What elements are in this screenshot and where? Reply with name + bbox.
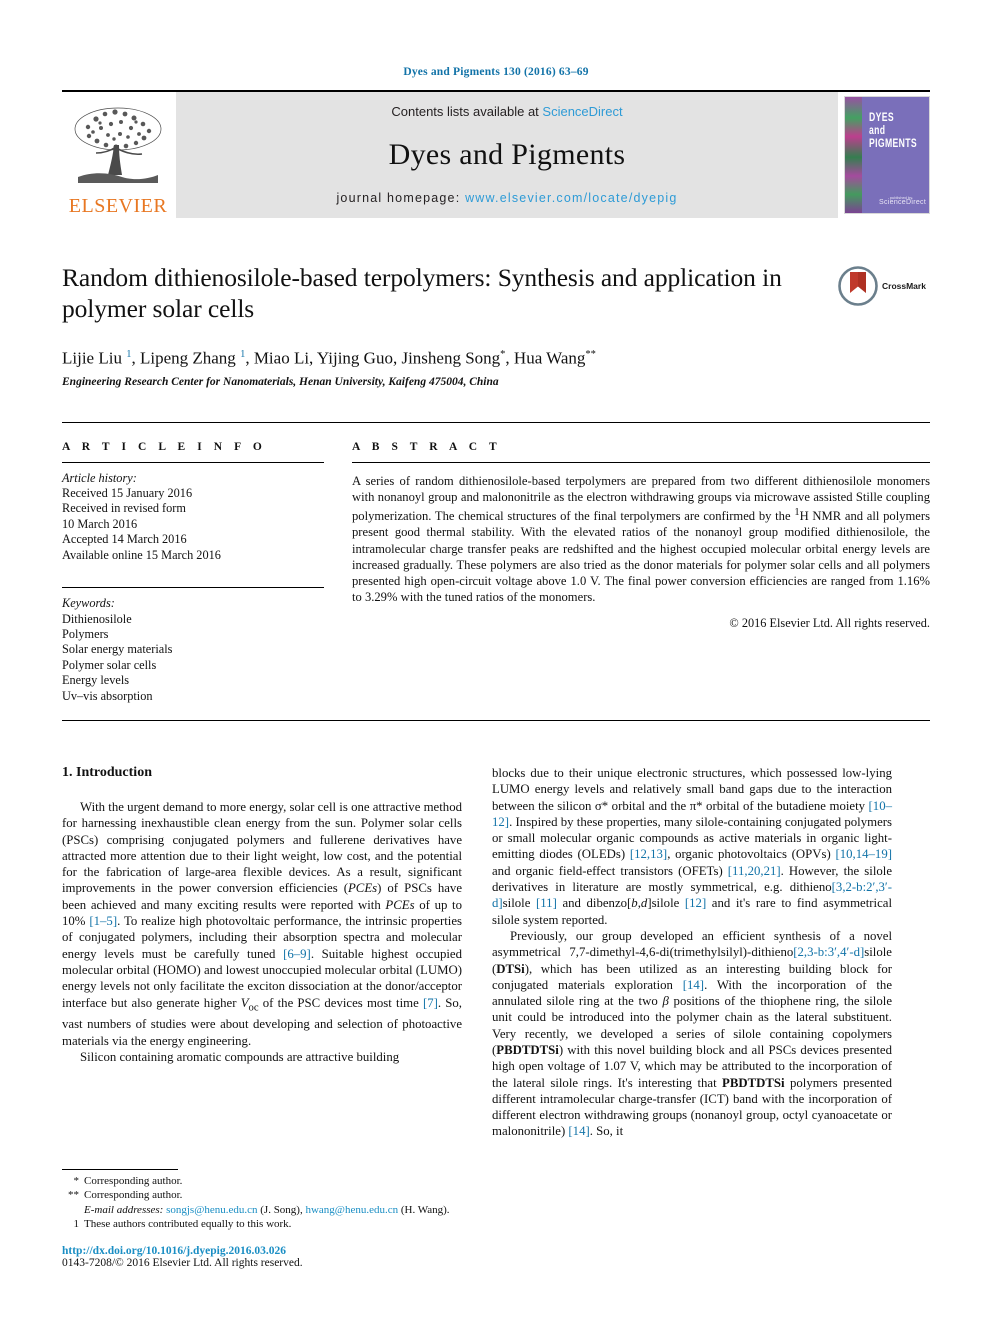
abstract-heading: A B S T R A C T — [352, 440, 502, 453]
footnote-equal-contribution: 1 These authors contributed equally to t… — [62, 1217, 462, 1231]
crossmark-icon — [838, 266, 878, 306]
doi-link[interactable]: http://dx.doi.org/10.1016/j.dyepig.2016.… — [62, 1245, 462, 1257]
sciencedirect-link[interactable]: ScienceDirect — [542, 104, 622, 119]
abstract-column: A B S T R A C T A series of random dithi… — [352, 423, 930, 704]
page-title: Random dithienosilole-based terpolymers:… — [62, 263, 782, 323]
paragraph: Silicon containing aromatic compounds ar… — [80, 1049, 400, 1064]
history-line: Received 15 January 2016 — [62, 486, 193, 501]
cover-pub-name: ScienceDirect — [879, 199, 927, 206]
article-history-label: Article history: — [62, 470, 137, 485]
crossmark-badge[interactable]: CrossMark — [838, 264, 930, 308]
footnote-text: Corresponding author. — [84, 1175, 183, 1188]
cover-art-strip — [845, 97, 862, 213]
running-head: Dyes and Pigments 130 (2016) 63–69 — [403, 66, 589, 78]
journal-masthead: ELSEVIER Contents lists available at Sci… — [62, 90, 930, 218]
paragraph: Previously, our group developed an effic… — [492, 928, 893, 1139]
journal-homepage-link[interactable]: www.elsevier.com/locate/dyepig — [465, 191, 677, 205]
keyword-item: Polymers — [62, 626, 109, 641]
abstract-rule — [352, 461, 930, 463]
journal-homepage-line: journal homepage: www.elsevier.com/locat… — [336, 191, 677, 205]
keyword-item: Uv–vis absorption — [62, 688, 153, 703]
footnote-mark: * — [73, 1175, 80, 1188]
keyword-item: Solar energy materials — [62, 642, 173, 657]
body-column-right: blocks due to their unique electronic st… — [492, 765, 892, 1140]
keywords-rule — [62, 587, 324, 589]
keywords-label: Keywords: — [62, 596, 115, 611]
footnote-corresponding-1: * Corresponding author. — [62, 1174, 462, 1188]
homepage-prefix: journal homepage: — [336, 191, 466, 205]
issn-copyright: 0143-7208/© 2016 Elsevier Ltd. All right… — [62, 1257, 303, 1269]
body-columns: 1. Introduction With the urgent demand t… — [62, 765, 930, 1140]
column-gap — [324, 423, 352, 704]
article-page: Dyes and Pigments 130 (2016) 63–69 ELSEV… — [0, 0, 992, 1323]
footnote-email-text: E-mail addresses: songjs@henu.edu.cn (J.… — [84, 1203, 462, 1217]
cover-title-text: DYES and PIGMENTS — [869, 111, 917, 150]
section-heading-introduction: 1. Introduction — [62, 764, 152, 780]
email-addresses-label: E-mail addresses: — [84, 1203, 164, 1216]
history-line: Received in revised form — [62, 501, 186, 516]
footnote-mark-empty — [62, 1203, 84, 1217]
body-column-left: 1. Introduction With the urgent demand t… — [62, 765, 462, 1140]
article-info-column: A R T I C L E I N F O Article history: R… — [62, 423, 324, 704]
crossmark-label: CrossMark — [882, 281, 926, 291]
contents-prefix: Contents lists available at — [391, 104, 543, 119]
contents-band: Contents lists available at ScienceDirec… — [176, 92, 838, 218]
footnote-emails: E-mail addresses: songjs@henu.edu.cn (J.… — [62, 1203, 462, 1217]
keywords-block: Keywords: Dithienosilole Polymers Solar … — [62, 587, 324, 704]
title-block: Random dithienosilole-based terpolymers:… — [62, 262, 930, 388]
elsevier-logo: ELSEVIER — [62, 92, 174, 218]
article-info-rule — [62, 461, 324, 463]
email-link-song[interactable]: songjs@henu.edu.cn — [166, 1204, 257, 1216]
contents-available-line: Contents lists available at ScienceDirec… — [391, 104, 622, 119]
journal-title: Dyes and Pigments — [388, 138, 626, 171]
info-abstract-section: A R T I C L E I N F O Article history: R… — [62, 421, 930, 704]
footnote-block: * Corresponding author. ** Corresponding… — [62, 1169, 462, 1269]
history-line: Accepted 14 March 2016 — [62, 532, 187, 547]
section-divider — [62, 719, 930, 721]
cover-title-line3: PIGMENTS — [869, 136, 918, 150]
author-list: Lijie Liu 1, Lipeng Zhang 1, Miao Li, Yi… — [62, 348, 596, 368]
paragraph: With the urgent demand to more energy, s… — [62, 799, 462, 1048]
journal-cover-image: DYES and PIGMENTS published by ScienceDi… — [844, 96, 930, 214]
paragraph: blocks due to their unique electronic st… — [492, 765, 893, 927]
article-history: Article history: Received 15 January 201… — [62, 471, 324, 563]
email-link-wang[interactable]: hwang@henu.edu.cn — [305, 1204, 398, 1216]
footnote-corresponding-2: ** Corresponding author. — [62, 1188, 462, 1202]
cover-publisher-mark: published by ScienceDirect — [879, 195, 927, 206]
affiliation: Engineering Research Center for Nanomate… — [62, 375, 499, 388]
keyword-item: Polymer solar cells — [62, 657, 157, 672]
keywords-list: Keywords: Dithienosilole Polymers Solar … — [62, 596, 324, 704]
elsevier-wordmark: ELSEVIER — [68, 195, 168, 217]
history-line: 10 March 2016 — [62, 516, 138, 531]
email-name-wang: (H. Wang). — [400, 1203, 450, 1216]
article-info-heading: A R T I C L E I N F O — [62, 440, 267, 453]
keyword-item: Dithienosilole — [62, 611, 132, 626]
email-name-song: (J. Song), — [260, 1203, 303, 1216]
journal-cover-block: DYES and PIGMENTS published by ScienceDi… — [844, 92, 930, 218]
footnote-mark: 1 — [73, 1217, 80, 1230]
abstract-copyright: © 2016 Elsevier Ltd. All rights reserved… — [729, 616, 930, 631]
footnote-text: Corresponding author. — [84, 1189, 183, 1202]
footnote-rule — [62, 1169, 178, 1171]
elsevier-tree-icon — [74, 107, 162, 183]
history-line: Available online 15 March 2016 — [62, 547, 221, 562]
abstract-text: A series of random dithienosilole-based … — [352, 473, 930, 605]
footnote-text: These authors contributed equally to thi… — [84, 1217, 292, 1230]
keyword-item: Energy levels — [62, 673, 130, 688]
footnote-mark: ** — [68, 1189, 79, 1202]
